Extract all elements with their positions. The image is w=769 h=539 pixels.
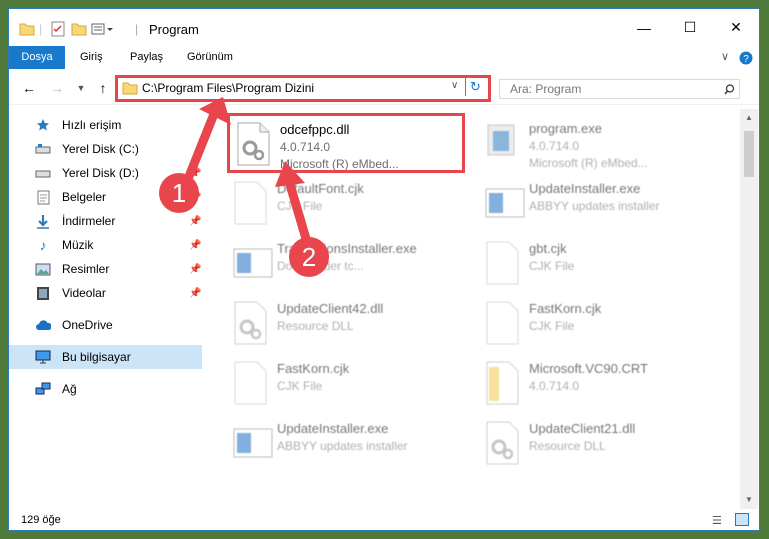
explorer-window: | | Program — ☐ ✕ Dosya Giriş Paylaş Gör… <box>8 8 760 531</box>
annotation-arrows <box>179 97 314 254</box>
step-badge-1: 1 <box>159 173 199 213</box>
step-badge-2: 2 <box>289 237 329 277</box>
